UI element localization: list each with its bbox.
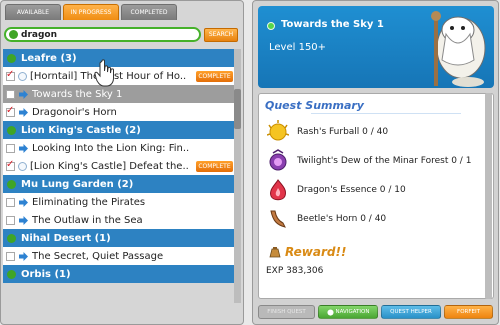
quest-title: Towards the Sky 1: [281, 19, 384, 30]
quest-row[interactable]: [Lion King's Castle] Defeat the.. Complet…: [3, 157, 241, 175]
quest-label: Dragonoir's Horn: [32, 106, 117, 118]
sage-npc-icon: [431, 11, 486, 87]
arrow-right-icon: [19, 107, 28, 117]
action-buttons: Finish Quest Navigation Quest Helper For…: [258, 305, 494, 319]
arrow-right-icon: [19, 143, 28, 153]
forfeit-button[interactable]: Forfeit: [444, 305, 493, 319]
requirement-item: Rash's Furball 0 / 40: [267, 119, 388, 145]
quest-area-header[interactable]: Leafre (3): [3, 49, 241, 67]
area-header-label: Orbis (1): [21, 268, 71, 280]
finish-quest-button[interactable]: Finish Quest: [258, 305, 315, 319]
quest-row[interactable]: Looking Into the Lion King: Fin..: [3, 139, 241, 157]
dew-icon: [269, 149, 287, 171]
quest-checkbox[interactable]: [6, 105, 15, 117]
quest-label: The Secret, Quiet Passage: [32, 250, 164, 262]
requirement-label: Twilight's Dew of the Minar Forest 0 / 1: [297, 156, 472, 166]
quest-checkbox[interactable]: [6, 143, 15, 153]
area-header-label: Leafre (3): [21, 52, 77, 64]
search-bar: dragon Search: [4, 26, 238, 43]
quest-tabs: Available In Progress Completed: [5, 4, 177, 21]
requirement-label: Rash's Furball 0 / 40: [297, 127, 389, 137]
quest-label: Towards the Sky 1: [32, 88, 123, 100]
search-status-icon: [9, 30, 18, 39]
hand-cursor-icon: [94, 59, 114, 87]
quest-summary: Quest Summary Rash's Furball 0 / 40 Twil…: [258, 93, 494, 299]
quest-area-header[interactable]: Orbis (1): [3, 265, 241, 283]
quest-row[interactable]: The Outlaw in the Sea: [3, 211, 241, 229]
quest-row[interactable]: Eliminating the Pirates: [3, 193, 241, 211]
quest-checkbox[interactable]: [6, 69, 15, 81]
quest-list-panel: Available In Progress Completed dragon S…: [0, 0, 244, 325]
navigation-label: Navigation: [335, 309, 370, 315]
summary-scrollbar[interactable]: [485, 93, 492, 299]
quest-status-icon: [267, 22, 275, 30]
search-button[interactable]: Search: [204, 27, 238, 42]
quest-row[interactable]: The Secret, Quiet Passage: [3, 247, 241, 265]
tab-completed[interactable]: Completed: [121, 4, 177, 20]
area-header-label: Mu Lung Garden (2): [21, 178, 134, 190]
area-collapse-icon: [7, 53, 16, 63]
area-header-label: Nihal Desert (1): [21, 232, 111, 244]
quest-label: The Outlaw in the Sea: [32, 214, 143, 226]
quest-label: Eliminating the Pirates: [32, 196, 146, 208]
area-collapse-icon: [7, 233, 16, 243]
quest-row[interactable]: [Horntail] The Last Hour of Ho..Complete: [3, 67, 241, 85]
reward-exp: EXP 383,306: [266, 266, 324, 276]
reward-bag-icon: [269, 247, 281, 258]
quest-label: Looking Into the Lion King: Fin..: [32, 142, 190, 154]
navigation-button[interactable]: Navigation: [318, 305, 378, 319]
complete-badge[interactable]: Complete: [196, 71, 233, 82]
quest-checkbox[interactable]: [6, 89, 15, 99]
area-collapse-icon: [7, 125, 16, 135]
quest-header-card: Towards the Sky 1 Level 150+: [258, 6, 494, 88]
quest-checkbox[interactable]: [6, 251, 15, 261]
quest-area-header[interactable]: Nihal Desert (1): [3, 229, 241, 247]
quest-list-scrollbar[interactable]: [234, 49, 241, 303]
quest-checkbox[interactable]: [6, 197, 15, 207]
summary-title: Quest Summary: [265, 99, 364, 112]
quest-checkbox[interactable]: [6, 215, 15, 225]
requirement-label: Beetle's Horn 0 / 40: [297, 214, 387, 224]
summary-divider: [311, 113, 461, 114]
quest-checkbox[interactable]: [6, 159, 15, 171]
quest-type-icon: [18, 71, 27, 81]
arrow-right-icon: [19, 215, 28, 225]
quest-helper-button[interactable]: Quest Helper: [381, 305, 441, 319]
area-collapse-icon: [7, 179, 16, 189]
requirement-item: Twilight's Dew of the Minar Forest 0 / 1: [267, 148, 471, 174]
quest-area-header[interactable]: Lion King's Castle (2): [3, 121, 241, 139]
quest-type-icon: [18, 161, 27, 171]
quest-list: Leafre (3) [Horntail] The Last Hour of Ho…: [3, 49, 241, 283]
requirement-item: Beetle's Horn 0 / 40: [267, 206, 386, 232]
quest-row[interactable]: Dragonoir's Horn: [3, 103, 241, 121]
arrow-right-icon: [19, 197, 28, 207]
search-query: dragon: [21, 29, 57, 40]
quest-area-header[interactable]: Mu Lung Garden (2): [3, 175, 241, 193]
quest-detail-panel: Towards the Sky 1 Level 150+ Quest Summa…: [252, 0, 499, 325]
search-input[interactable]: dragon: [4, 27, 201, 42]
complete-badge[interactable]: Complete: [196, 161, 233, 172]
reward-title: Reward!!: [269, 245, 346, 259]
tab-in-progress[interactable]: In Progress: [63, 4, 119, 20]
quest-level: Level 150+: [269, 42, 327, 53]
requirement-label: Dragon's Essence 0 / 10: [297, 185, 406, 195]
quest-row[interactable]: Towards the Sky 1: [3, 85, 241, 103]
arrow-right-icon: [19, 89, 28, 99]
area-collapse-icon: [7, 269, 16, 279]
area-header-label: Lion King's Castle (2): [21, 124, 141, 136]
requirement-item: Dragon's Essence 0 / 10: [267, 177, 406, 203]
horn-icon: [270, 210, 286, 228]
tab-available[interactable]: Available: [5, 4, 61, 20]
quest-label: [Lion King's Castle] Defeat the..: [30, 160, 189, 172]
essence-icon: [270, 179, 286, 201]
scrollbar-thumb[interactable]: [234, 89, 241, 129]
arrow-right-icon: [19, 251, 28, 261]
reward-label: Reward!!: [285, 245, 347, 259]
compass-icon: [326, 308, 334, 316]
furball-icon: [267, 120, 289, 141]
